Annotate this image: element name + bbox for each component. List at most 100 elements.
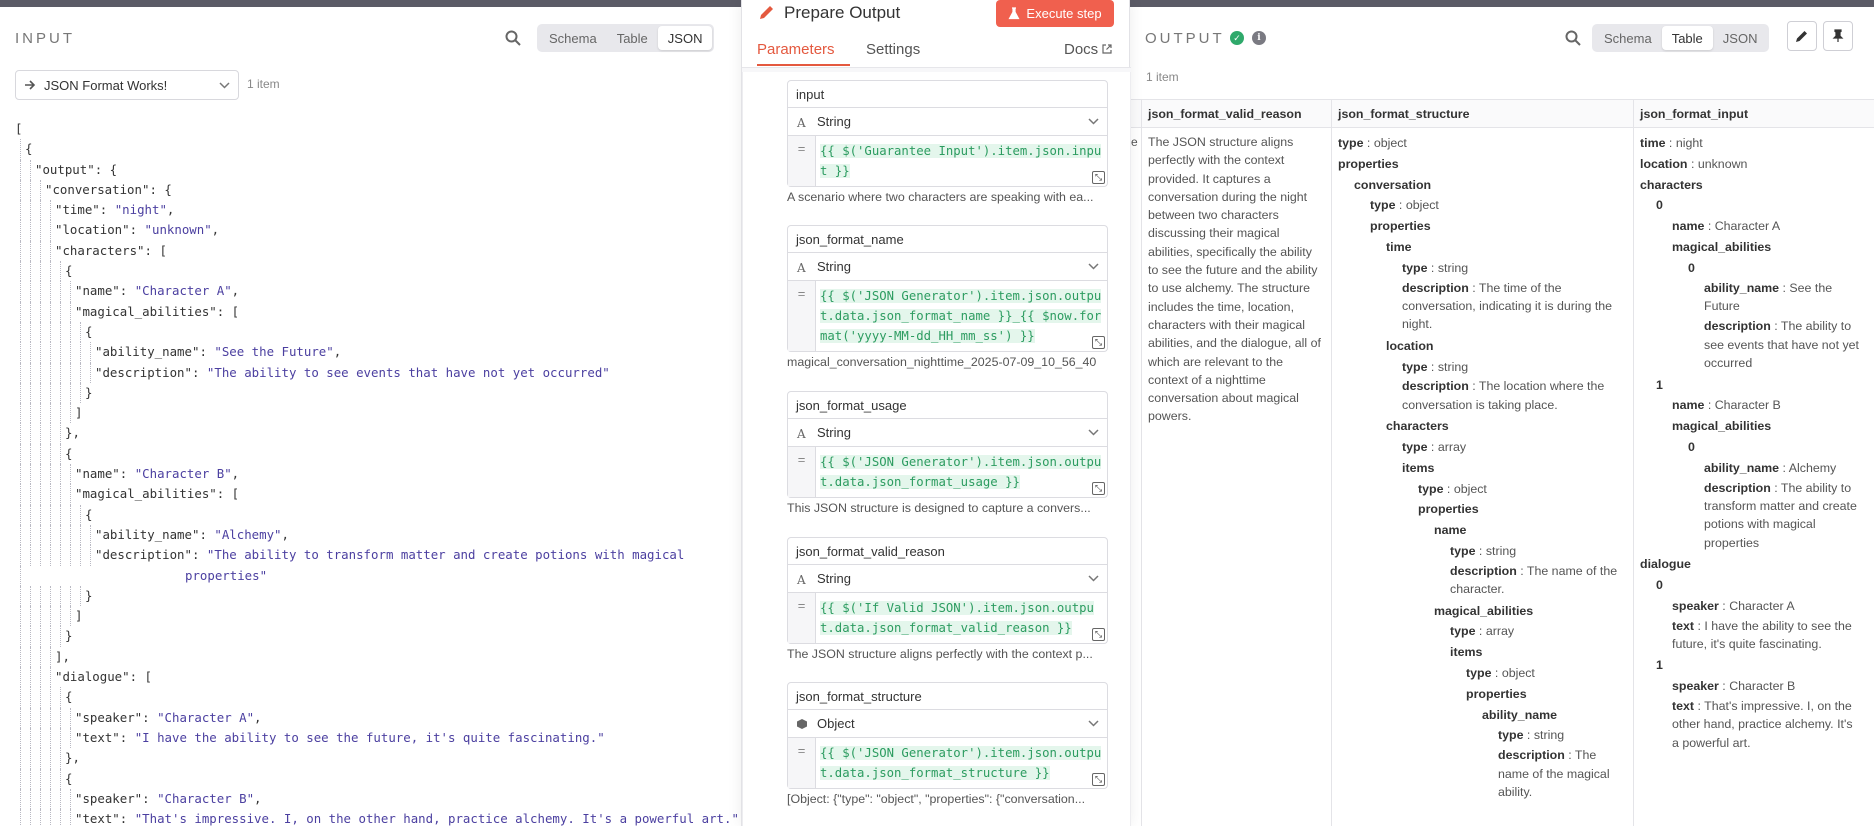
- tree-separator: :: [1475, 543, 1486, 558]
- expand-icon[interactable]: ⤡: [1092, 336, 1105, 349]
- output-view-schema[interactable]: Schema: [1594, 26, 1662, 50]
- param-expression-editor[interactable]: ={{ $('If Valid JSON').item.json.output.…: [787, 593, 1108, 644]
- tree-key: magical_abilities: [1672, 239, 1772, 254]
- column-header-input[interactable]: json_format_input: [1634, 100, 1874, 128]
- param-expression-editor[interactable]: ={{ $('JSON Generator').item.json.output…: [787, 447, 1108, 498]
- execute-step-button[interactable]: Execute step: [996, 0, 1114, 27]
- tree-value: Character B: [1729, 679, 1796, 694]
- param-name-input[interactable]: input: [787, 80, 1108, 108]
- param-result-preview: The JSON structure aligns perfectly with…: [787, 647, 1093, 661]
- input-view-json[interactable]: JSON: [657, 26, 713, 50]
- param-expression-editor[interactable]: ={{ $('JSON Generator').item.json.output…: [787, 281, 1108, 352]
- input-node-select[interactable]: JSON Format Works!: [15, 70, 239, 100]
- json-line: },: [15, 423, 739, 444]
- text-type-icon: A: [796, 116, 806, 128]
- param-type-select[interactable]: A String: [787, 253, 1108, 281]
- json-bracket: {: [65, 445, 73, 461]
- output-view-json[interactable]: JSON: [1713, 26, 1768, 50]
- json-line: {: [15, 139, 739, 160]
- search-icon[interactable]: [1564, 29, 1582, 47]
- tree-node: 0: [1640, 575, 1868, 596]
- tree-key: type: [1402, 359, 1428, 374]
- output-view-table[interactable]: Table: [1661, 26, 1713, 50]
- json-line: "characters": [: [15, 240, 739, 262]
- chevron-down-icon: [1088, 263, 1099, 270]
- json-line: "description": "The ability to transform…: [15, 545, 739, 566]
- param-type-select[interactable]: A String: [787, 108, 1108, 136]
- param-name-input[interactable]: json_format_structure: [787, 682, 1108, 710]
- output-view-switch: Schema Table JSON: [1592, 24, 1770, 52]
- param-field-json-format-valid-reason: json_format_valid_reason A String ={{ $('If…: [787, 537, 1108, 661]
- tree-node: location: [1338, 336, 1627, 357]
- tree-separator: :: [1427, 260, 1438, 275]
- tree-node: text : That's impressive. I, on the othe…: [1640, 697, 1862, 754]
- param-result-preview: A scenario where two characters are spea…: [787, 190, 1094, 204]
- edit-output-button[interactable]: [1787, 21, 1817, 51]
- tree-separator: :: [1427, 440, 1438, 454]
- tab-parameters[interactable]: Parameters: [757, 41, 835, 58]
- tree-node: type : string: [1338, 725, 1627, 746]
- tree-key: description: [1498, 748, 1565, 763]
- tree-value: object: [1405, 198, 1439, 213]
- json-line: {: [15, 321, 739, 343]
- tree-node: properties: [1338, 154, 1627, 175]
- expand-icon[interactable]: ⤡: [1092, 628, 1105, 641]
- execute-step-label: Execute step: [1026, 6, 1102, 21]
- svg-text:A: A: [796, 573, 806, 585]
- tab-settings[interactable]: Settings: [866, 41, 920, 58]
- tree-value: array: [1485, 624, 1515, 639]
- param-expression-editor[interactable]: ={{ $('Guarantee Input').item.json.input…: [787, 136, 1108, 187]
- docs-link[interactable]: Docs: [1064, 41, 1112, 58]
- tree-key: 1: [1656, 658, 1663, 673]
- param-name-input[interactable]: json_format_usage: [787, 391, 1108, 419]
- expand-icon[interactable]: ⤡: [1092, 171, 1105, 184]
- json-key: "text": [75, 729, 120, 745]
- tree-node: properties: [1338, 216, 1627, 237]
- expand-icon[interactable]: ⤡: [1092, 482, 1105, 495]
- expand-icon[interactable]: ⤡: [1092, 773, 1105, 786]
- tree-key: ability_name: [1704, 280, 1780, 295]
- external-link-icon: [1102, 44, 1112, 54]
- info-icon[interactable]: i: [1252, 31, 1266, 45]
- tree-key: items: [1402, 460, 1435, 475]
- json-line: ]: [15, 606, 739, 627]
- param-result-preview: This JSON structure is designed to captu…: [787, 501, 1091, 515]
- json-line: "ability_name": "See the Future",: [15, 342, 739, 363]
- param-name-input[interactable]: json_format_valid_reason: [787, 537, 1108, 565]
- param-type-select[interactable]: Object: [787, 710, 1108, 738]
- param-type-select[interactable]: A String: [787, 419, 1108, 447]
- json-string-value: properties": [185, 567, 268, 583]
- json-string-value: "See the Future": [214, 344, 334, 360]
- column-header-valid-reason[interactable]: json_format_valid_reason: [1142, 100, 1331, 128]
- param-expression-editor[interactable]: ={{ $('JSON Generator').item.json.output…: [787, 738, 1108, 789]
- tree-separator: :: [1475, 624, 1486, 639]
- json-bracket: {: [85, 506, 93, 522]
- json-line: },: [15, 748, 739, 769]
- json-punct: :: [199, 344, 215, 360]
- tree-node: 1: [1640, 375, 1868, 396]
- tree-separator: :: [1427, 359, 1438, 374]
- search-icon[interactable]: [504, 29, 522, 47]
- column-header-structure[interactable]: json_format_structure: [1332, 100, 1633, 128]
- param-result-preview: magical_conversation_nighttime_2025-07-0…: [787, 355, 1097, 369]
- json-punct: :: [119, 283, 135, 299]
- json-key: "output": [35, 161, 95, 177]
- param-type-select[interactable]: A String: [787, 565, 1108, 593]
- tree-node: characters: [1338, 416, 1627, 437]
- pin-data-button[interactable]: [1823, 21, 1853, 51]
- param-expression-text: {{ $('If Valid JSON').item.json.output.d…: [820, 601, 1094, 635]
- tree-key: characters: [1640, 177, 1703, 192]
- tree-node: time: [1338, 237, 1627, 258]
- chevron-down-icon: [1088, 720, 1099, 727]
- input-view-schema[interactable]: Schema: [539, 26, 607, 50]
- tree-node: type : object: [1338, 479, 1627, 500]
- json-punct: :: [119, 729, 135, 745]
- tree-key: description: [1402, 280, 1469, 295]
- tree-node: 0: [1640, 437, 1868, 458]
- input-view-table[interactable]: Table: [607, 26, 658, 50]
- json-line: "location": "unknown",: [15, 220, 739, 241]
- json-string-value: "unknown": [144, 222, 212, 238]
- tree-node: type : array: [1338, 621, 1627, 642]
- tree-node: time : night: [1640, 133, 1868, 154]
- param-name-input[interactable]: json_format_name: [787, 225, 1108, 253]
